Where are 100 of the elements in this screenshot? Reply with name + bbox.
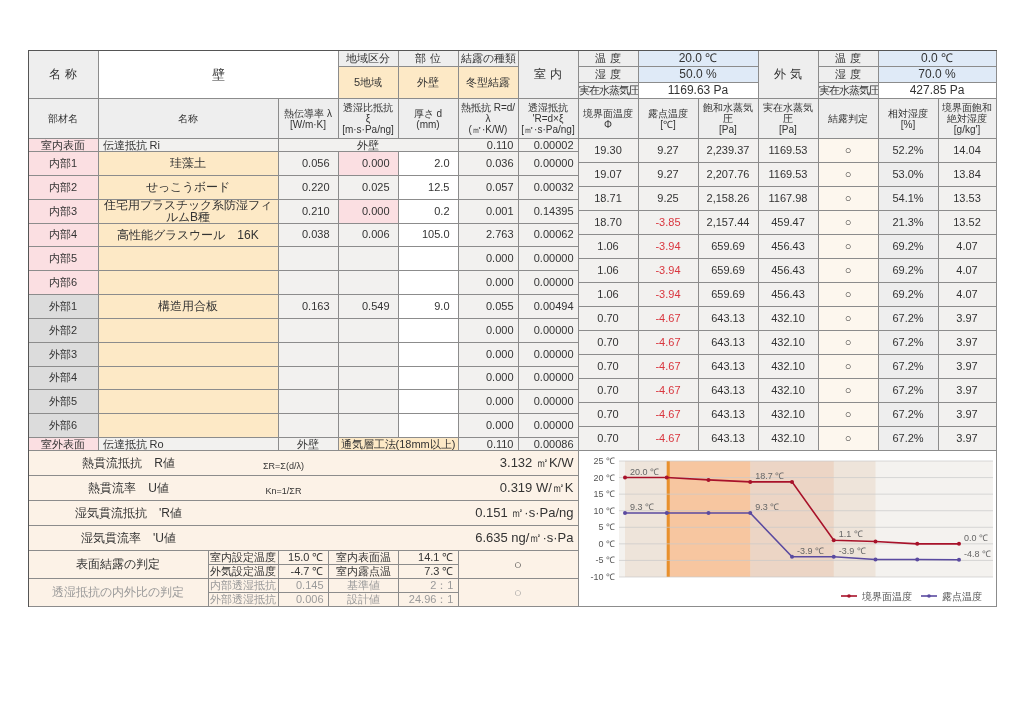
table-cell: 0.000 (458, 271, 519, 295)
axis-tick-label: -10 ℃ (590, 572, 615, 582)
table-cell: 内部透湿抵抗 (208, 579, 279, 593)
table-cell: 69.2% (878, 283, 939, 307)
table-cell: 2,158.26 (698, 187, 759, 211)
table-cell: 基準値 (328, 579, 399, 593)
column-header: 透湿抵抗 'R=d×ξ [㎡·s·Pa/ng] (518, 99, 579, 139)
header-label: 温 度 (818, 51, 879, 67)
table-cell: 659.69 (698, 235, 759, 259)
result-value: 3.132 ㎡K/W (498, 454, 575, 473)
table-cell: 4.07 (938, 259, 997, 283)
table-cell: 伝達抵抗 Ri (98, 139, 279, 152)
table-cell (278, 414, 339, 438)
table-cell: 69.2% (878, 235, 939, 259)
row-label: 外部2 (28, 318, 99, 343)
table-cell: 1.06 (578, 283, 639, 307)
header-label: 湿 度 (578, 67, 639, 83)
header-value: 50.0 % (638, 67, 759, 83)
table-cell: -4.67 (638, 355, 699, 379)
material-cell: せっこうボード (98, 175, 279, 200)
column-header: 相対湿度 [%] (878, 99, 939, 139)
table-cell: -3.94 (638, 283, 699, 307)
data-label: 9.3 ℃ (629, 502, 654, 513)
data-label: -3.9 ℃ (838, 545, 866, 556)
table-cell: 0.000 (458, 390, 519, 415)
table-cell: 456.43 (758, 235, 819, 259)
table-cell: 67.2% (878, 403, 939, 427)
table-cell: 1167.98 (758, 187, 819, 211)
result-value: 0.151 ㎡·s·Pa/ng (474, 504, 575, 523)
input-field: 2.0 (398, 152, 459, 176)
header-label: 外 気 (758, 51, 819, 99)
header-value: 外壁 (398, 67, 459, 99)
table-cell: 1.06 (578, 235, 639, 259)
table-cell: 0.00000 (518, 152, 579, 176)
table-cell: 432.10 (758, 403, 819, 427)
column-header: 実在水蒸気圧 [Pa] (758, 99, 819, 139)
table-cell: 54.1% (878, 187, 939, 211)
table-cell: 643.13 (698, 331, 759, 355)
table-cell: -4.67 (638, 403, 699, 427)
result-label: 湿気貫流抵抗 'R値 (74, 505, 183, 522)
table-cell: 9.27 (638, 163, 699, 187)
table-cell: ○ (818, 403, 879, 427)
table-cell: 456.43 (758, 259, 819, 283)
table-cell: 3.97 (938, 403, 997, 427)
table-cell: ○ (818, 187, 879, 211)
column-header: 熱伝導率 λ [W/m·K] (278, 99, 339, 139)
header-label: 結露の種類 (458, 51, 519, 67)
table-cell: 0.110 (458, 139, 519, 152)
table-cell: 0.00000 (518, 247, 579, 272)
axis-tick-label: 25 ℃ (593, 456, 615, 466)
header-label: 室 内 (518, 51, 579, 99)
table-cell: 15.0 ℃ (278, 551, 329, 565)
table-cell: 室内設定温度 (208, 551, 279, 565)
row-label: 外部5 (28, 390, 99, 415)
table-cell: 0.00000 (518, 271, 579, 295)
table-cell: 9.27 (638, 139, 699, 163)
table-cell: 13.53 (938, 187, 997, 211)
table-cell: 67.2% (878, 427, 939, 451)
row-label: 外部4 (28, 366, 99, 391)
result-value: 6.635 ng/㎡·s·Pa (474, 529, 575, 548)
table-cell: 0.110 (458, 438, 519, 451)
column-header: 厚さ d (mm) (398, 99, 459, 139)
check-label: 透湿抵抗の内外比の判定 (28, 579, 209, 607)
table-cell: 室内露点温 (328, 565, 399, 579)
input-field (398, 414, 459, 438)
column-header: 境界面飽和絶対湿度 [g/kg'] (938, 99, 997, 139)
table-cell: ○ (818, 163, 879, 187)
table-cell: 19.30 (578, 139, 639, 163)
table-cell: 67.2% (878, 355, 939, 379)
row-label: 内部4 (28, 223, 99, 248)
table-cell: 0.549 (338, 295, 399, 319)
table-cell: ○ (818, 283, 879, 307)
table-cell: 14.1 ℃ (398, 551, 459, 565)
input-field: 9.0 (398, 295, 459, 319)
table-cell: 643.13 (698, 355, 759, 379)
table-cell: 0.163 (278, 295, 339, 319)
axis-tick-label: 20 ℃ (593, 472, 615, 483)
table-cell: ○ (818, 427, 879, 451)
table-cell: 0.055 (458, 295, 519, 319)
input-field (398, 247, 459, 272)
table-cell: 432.10 (758, 379, 819, 403)
header-label: 部 位 (398, 51, 459, 67)
row-label: 外部3 (28, 342, 99, 367)
table-cell: 4.07 (938, 235, 997, 259)
table-cell: 3.97 (938, 307, 997, 331)
table-cell: 4.07 (938, 283, 997, 307)
table-cell: 659.69 (698, 259, 759, 283)
legend-swatch (839, 594, 858, 598)
row-label: 内部3 (28, 199, 99, 224)
table-cell: 659.69 (698, 283, 759, 307)
table-cell: 14.04 (938, 139, 997, 163)
header-label: 実在水蒸気圧 (578, 83, 639, 99)
result-label: 熱貫流抵抗 R値 (81, 455, 176, 472)
table-cell: 外壁 (278, 139, 459, 152)
table-cell: 0.70 (578, 403, 639, 427)
table-cell: 3.97 (938, 355, 997, 379)
table-cell: 0.000 (338, 152, 399, 176)
column-header: 結露判定 (818, 99, 879, 139)
material-cell: 構造用合板 (98, 295, 279, 319)
result-value: 0.319 W/㎡K (498, 479, 575, 498)
